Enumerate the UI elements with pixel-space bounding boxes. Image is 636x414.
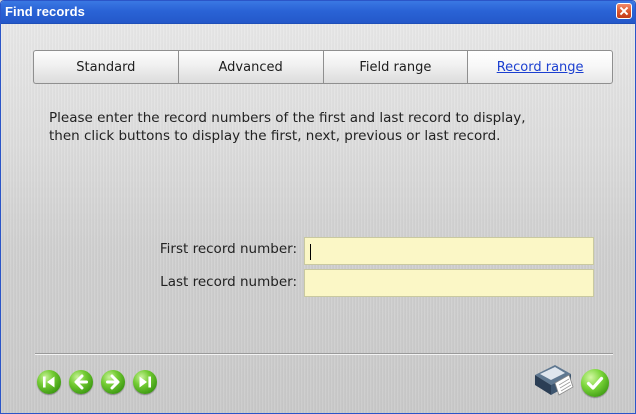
tab-standard[interactable]: Standard <box>33 50 178 84</box>
previous-record-button[interactable] <box>69 370 93 394</box>
last-record-label: Last record number: <box>160 274 297 290</box>
previous-record-icon <box>74 374 88 390</box>
first-record-input[interactable] <box>304 237 594 265</box>
next-record-icon <box>106 374 120 390</box>
find-records-window: Find records Standard Advanced Field ran… <box>0 0 636 414</box>
first-record-icon <box>43 376 55 388</box>
tab-bar: Standard Advanced Field range Record ran… <box>33 50 613 84</box>
printer-icon[interactable] <box>529 361 575 401</box>
checkmark-icon <box>586 376 604 390</box>
first-record-button[interactable] <box>37 370 61 394</box>
first-record-label: First record number: <box>159 241 297 257</box>
footer-divider <box>35 353 613 355</box>
tab-advanced[interactable]: Advanced <box>177 50 323 84</box>
next-record-button[interactable] <box>101 370 125 394</box>
ok-button[interactable] <box>581 369 609 397</box>
title-bar[interactable]: Find records <box>1 1 635 24</box>
window-title: Find records <box>5 4 85 19</box>
close-button[interactable] <box>616 3 632 19</box>
last-record-button[interactable] <box>133 370 157 394</box>
text-caret <box>310 244 311 260</box>
last-record-input[interactable] <box>304 269 594 297</box>
tab-field-range[interactable]: Field range <box>322 50 468 84</box>
tab-record-range[interactable]: Record range <box>467 50 613 84</box>
last-record-icon <box>139 376 151 388</box>
instructions-text: Please enter the record numbers of the f… <box>49 110 526 144</box>
